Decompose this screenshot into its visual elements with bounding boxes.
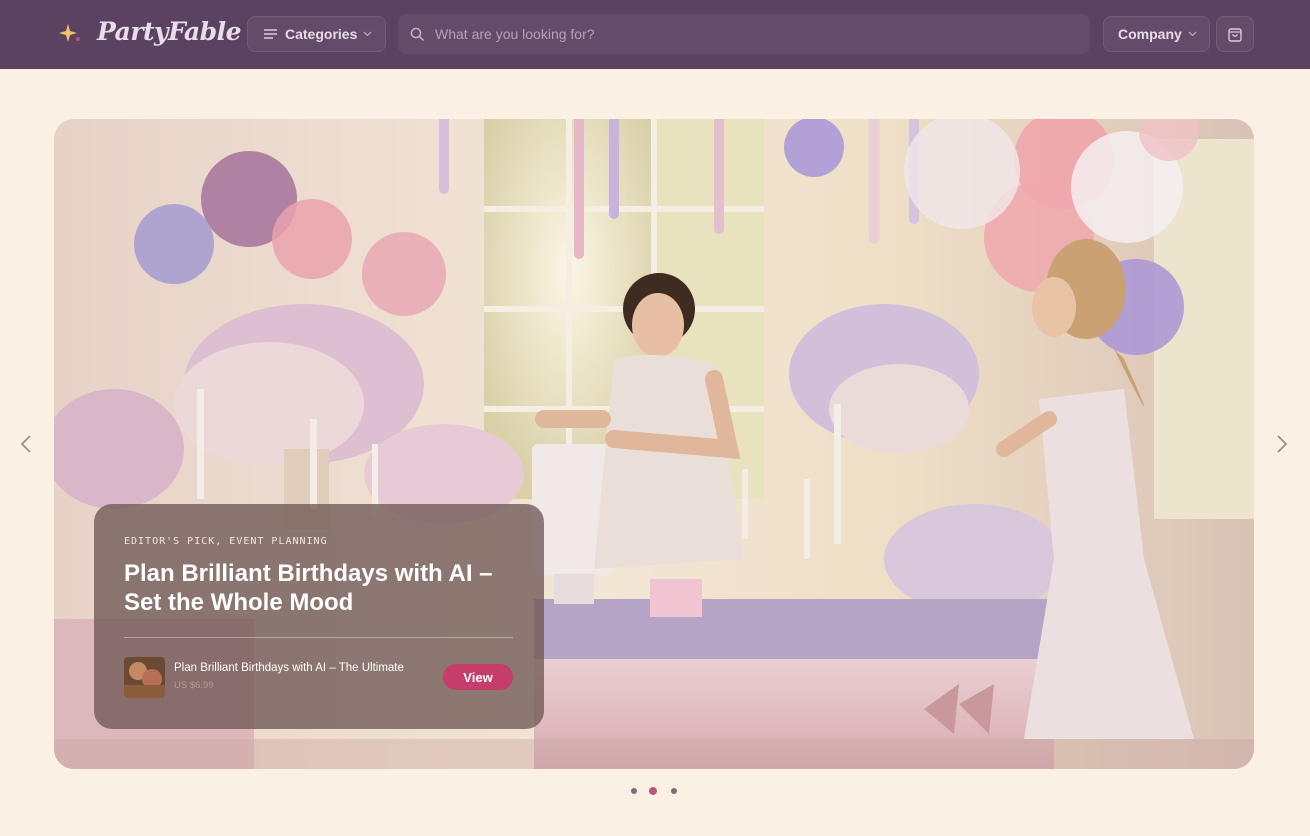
- carousel-dot-2[interactable]: [649, 787, 657, 795]
- shopping-bag-icon: [1228, 27, 1242, 42]
- card-divider: [124, 637, 513, 638]
- menu-icon: [264, 29, 277, 39]
- featured-card: EDITOR'S PICK, EVENT PLANNING Plan Brill…: [94, 504, 544, 729]
- chevron-left-icon[interactable]: [16, 432, 36, 456]
- hero-carousel-slide[interactable]: EDITOR'S PICK, EVENT PLANNING Plan Brill…: [54, 119, 1254, 769]
- product-name[interactable]: Plan Brilliant Birthdays with AI – The U…: [174, 662, 404, 674]
- search-input[interactable]: [435, 26, 1035, 42]
- chevron-down-icon: [1188, 31, 1197, 37]
- top-navbar: PartyFable Categories Company: [0, 0, 1310, 69]
- search-icon: [410, 27, 424, 41]
- chevron-right-icon[interactable]: [1272, 432, 1292, 456]
- product-price: US $6.99: [174, 680, 214, 691]
- cart-button[interactable]: [1216, 16, 1254, 52]
- sparkle-icon: [59, 24, 80, 42]
- featured-headline[interactable]: Plan Brilliant Birthdays with AI – Set t…: [124, 559, 524, 617]
- product-thumbnail-image: [124, 657, 165, 698]
- carousel-dot-1[interactable]: [631, 788, 637, 794]
- view-button[interactable]: View: [443, 664, 513, 690]
- company-label: Company: [1118, 26, 1182, 42]
- logo[interactable]: PartyFable: [97, 17, 242, 46]
- carousel-pagination: [626, 785, 686, 797]
- product-thumbnail[interactable]: [124, 657, 165, 698]
- categories-label: Categories: [285, 26, 358, 42]
- carousel-dot-3[interactable]: [671, 788, 677, 794]
- featured-kicker: EDITOR'S PICK, EVENT PLANNING: [124, 536, 328, 547]
- categories-button[interactable]: Categories: [247, 16, 386, 52]
- company-button[interactable]: Company: [1103, 16, 1210, 52]
- search-bar: [398, 14, 1090, 54]
- chevron-down-icon: [363, 31, 372, 37]
